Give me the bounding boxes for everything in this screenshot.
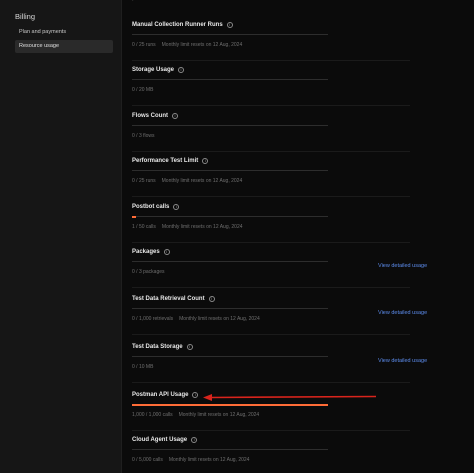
annotation-arrow xyxy=(203,394,377,401)
